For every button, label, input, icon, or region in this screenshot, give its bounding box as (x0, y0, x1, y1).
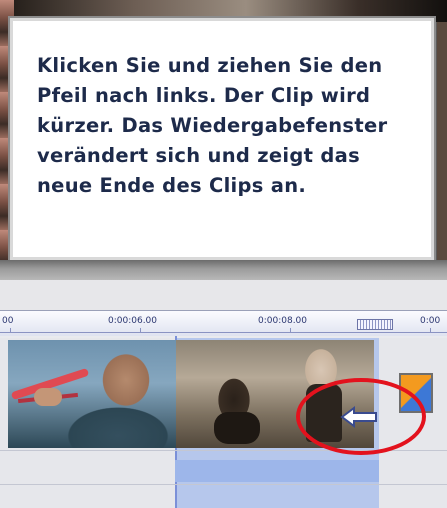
screen: Klicken Sie und ziehen Sie den Pfeil nac… (0, 0, 447, 508)
red-circle-highlight (296, 378, 426, 455)
instruction-line: Klicken Sie und ziehen Sie den (37, 54, 383, 77)
ruler-tick-label: 0:00 (420, 316, 441, 326)
ruler-minor-tick (290, 328, 291, 333)
instruction-line: verändert sich und zeigt das (37, 144, 360, 167)
instruction-line: Pfeil nach links. Der Clip wird (37, 84, 371, 107)
ruler-minor-tick (10, 328, 11, 333)
video-clip-1[interactable] (8, 340, 176, 448)
instruction-callout: Klicken Sie und ziehen Sie den Pfeil nac… (10, 18, 434, 260)
ruler-tick-label: 0:00:08.00 (258, 316, 308, 326)
audio-track-segment[interactable] (175, 460, 379, 482)
playhead-scrubber-handle[interactable] (357, 319, 393, 330)
ruler-minor-tick (430, 328, 431, 333)
track-divider (0, 484, 447, 485)
clip-thumbnail-detail (34, 388, 62, 406)
time-ruler[interactable]: 00 0:00:06.00 0:00:08.00 0:00 (0, 310, 447, 336)
instruction-text: Klicken Sie und ziehen Sie den Pfeil nac… (37, 51, 437, 201)
clip-thumbnail-detail (214, 412, 260, 444)
timeline-panel: 00 0:00:06.00 0:00:08.00 0:00 (0, 310, 447, 508)
ruler-minor-tick (140, 328, 141, 333)
instruction-line: neue Ende des Clips an. (37, 174, 307, 197)
ruler-baseline (0, 332, 447, 333)
instruction-line: kürzer. Das Wiedergabefenster (37, 114, 388, 137)
ruler-tick-label: 0:00:06.00 (108, 316, 158, 326)
app-toolbar-strip (0, 260, 447, 282)
ruler-tick-label: 00 (2, 316, 14, 326)
timeline-header-gap (0, 280, 447, 310)
